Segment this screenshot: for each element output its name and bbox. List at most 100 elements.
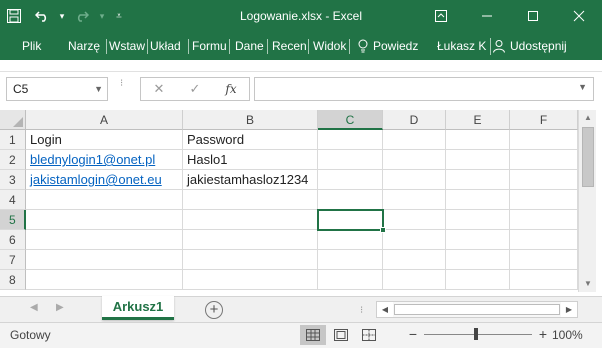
cell-e5[interactable]: [446, 210, 510, 230]
sheet-next-icon[interactable]: ▶: [56, 302, 64, 313]
cell-b8[interactable]: [183, 270, 318, 290]
cell-f4[interactable]: [510, 190, 578, 210]
cell-c2[interactable]: [318, 150, 383, 170]
horizontal-scroll-thumb[interactable]: [394, 304, 560, 315]
cell-d2[interactable]: [383, 150, 446, 170]
redo-dropdown-icon[interactable]: ▾: [96, 0, 108, 32]
add-sheet-icon[interactable]: +: [205, 301, 223, 319]
cell-b7[interactable]: [183, 250, 318, 270]
row-header-2[interactable]: 2: [0, 150, 26, 170]
row-header-3[interactable]: 3: [0, 170, 26, 190]
cell-d7[interactable]: [383, 250, 446, 270]
zoom-in-icon[interactable]: +: [536, 326, 550, 342]
expand-formula-icon[interactable]: ▼: [578, 82, 587, 92]
cell-c8[interactable]: [318, 270, 383, 290]
resize-grip-icon[interactable]: ⁝: [120, 79, 123, 89]
cell-a4[interactable]: [26, 190, 183, 210]
user-name[interactable]: Łukasz K: [437, 32, 486, 60]
column-header-f[interactable]: F: [510, 110, 578, 130]
zoom-level[interactable]: 100%: [552, 328, 583, 342]
cell-c5[interactable]: [318, 210, 383, 230]
tab-insert[interactable]: Wstaw: [109, 32, 145, 60]
select-all-button[interactable]: [0, 110, 26, 130]
cell-e4[interactable]: [446, 190, 510, 210]
close-icon[interactable]: [556, 0, 602, 32]
cell-a2[interactable]: blednylogin1@onet.pl: [26, 150, 183, 170]
cell-d8[interactable]: [383, 270, 446, 290]
zoom-knob[interactable]: [474, 327, 478, 340]
tell-me-box[interactable]: Powiedz: [357, 32, 418, 60]
column-header-a[interactable]: A: [26, 110, 183, 130]
row-header-8[interactable]: 8: [0, 270, 26, 290]
row-header-7[interactable]: 7: [0, 250, 26, 270]
cell-a3[interactable]: jakistamlogin@onet.eu: [26, 170, 183, 190]
cell-c3[interactable]: [318, 170, 383, 190]
normal-view-icon[interactable]: [300, 325, 326, 345]
column-header-d[interactable]: D: [383, 110, 446, 130]
zoom-slider[interactable]: − +: [406, 326, 550, 342]
tab-file[interactable]: Plik: [22, 32, 44, 60]
undo-icon[interactable]: [28, 0, 56, 32]
save-icon[interactable]: [0, 0, 28, 32]
cell-a8[interactable]: [26, 270, 183, 290]
cell-f1[interactable]: [510, 130, 578, 150]
row-header-1[interactable]: 1: [0, 130, 26, 150]
cell-d3[interactable]: [383, 170, 446, 190]
cell-e8[interactable]: [446, 270, 510, 290]
column-header-b[interactable]: B: [183, 110, 318, 130]
scroll-right-icon[interactable]: ▶: [561, 302, 577, 317]
cell-b2[interactable]: Haslo1: [183, 150, 318, 170]
share-button[interactable]: Udostępnij: [492, 32, 567, 60]
sheet-prev-icon[interactable]: ◀: [30, 302, 38, 313]
maximize-icon[interactable]: [510, 0, 556, 32]
cell-f5[interactable]: [510, 210, 578, 230]
page-break-view-icon[interactable]: [356, 325, 382, 345]
cell-a1[interactable]: Login: [26, 130, 183, 150]
cell-d4[interactable]: [383, 190, 446, 210]
tab-view[interactable]: Widok: [313, 32, 347, 60]
name-box[interactable]: C5 ▼: [6, 77, 108, 101]
cell-c1[interactable]: [318, 130, 383, 150]
enter-icon[interactable]: ✓: [177, 81, 213, 97]
cell-e6[interactable]: [446, 230, 510, 250]
insert-function-icon[interactable]: fx: [213, 82, 249, 96]
worksheet-grid[interactable]: A B C D E F 1 2 3 4 5 6 7 8 Login blednyl…: [0, 110, 578, 292]
row-header-6[interactable]: 6: [0, 230, 26, 250]
tab-review[interactable]: Recen: [272, 32, 306, 60]
scroll-down-icon[interactable]: ▼: [579, 276, 597, 292]
cell-e7[interactable]: [446, 250, 510, 270]
cell-a5[interactable]: [26, 210, 183, 230]
minimize-icon[interactable]: [464, 0, 510, 32]
column-header-c[interactable]: C: [318, 110, 383, 130]
zoom-track[interactable]: [424, 327, 532, 340]
undo-dropdown-icon[interactable]: ▾: [56, 0, 68, 32]
cell-b4[interactable]: [183, 190, 318, 210]
tab-tools[interactable]: Narzę: [68, 32, 104, 60]
ribbon-display-options-icon[interactable]: [418, 0, 464, 32]
cell-e2[interactable]: [446, 150, 510, 170]
cancel-icon[interactable]: ✕: [141, 81, 177, 97]
cell-a7[interactable]: [26, 250, 183, 270]
page-layout-view-icon[interactable]: [328, 325, 354, 345]
row-header-5[interactable]: 5: [0, 210, 26, 230]
zoom-out-icon[interactable]: −: [406, 326, 420, 342]
tab-split-grip-icon[interactable]: ⁝: [360, 305, 363, 316]
cell-f3[interactable]: [510, 170, 578, 190]
cell-b6[interactable]: [183, 230, 318, 250]
cell-f6[interactable]: [510, 230, 578, 250]
cell-d1[interactable]: [383, 130, 446, 150]
cell-f8[interactable]: [510, 270, 578, 290]
formula-input[interactable]: ▼: [254, 77, 594, 101]
chevron-down-icon[interactable]: ▼: [94, 78, 103, 100]
tab-data[interactable]: Dane: [235, 32, 265, 60]
sheet-tab-arkusz1[interactable]: Arkusz1: [102, 296, 174, 320]
redo-icon[interactable]: [68, 0, 96, 32]
cell-b1[interactable]: Password: [183, 130, 318, 150]
scroll-left-icon[interactable]: ◀: [377, 302, 393, 317]
column-header-e[interactable]: E: [446, 110, 510, 130]
row-header-4[interactable]: 4: [0, 190, 26, 210]
cell-e1[interactable]: [446, 130, 510, 150]
cell-c7[interactable]: [318, 250, 383, 270]
vertical-scrollbar[interactable]: ▲ ▼: [578, 110, 596, 292]
cell-f7[interactable]: [510, 250, 578, 270]
